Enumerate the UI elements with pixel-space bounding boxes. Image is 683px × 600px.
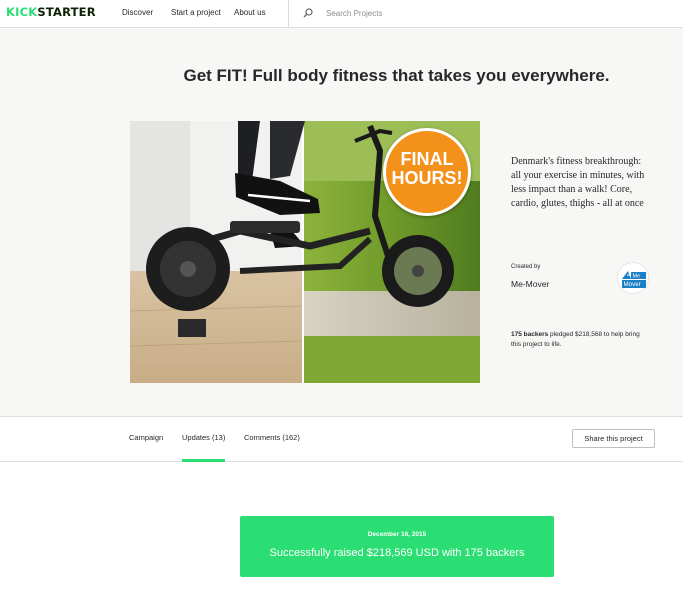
badge-line-final: FINAL <box>400 149 454 169</box>
project-title: Get FIT! Full body fitness that takes yo… <box>183 66 610 85</box>
project-hero: Get FIT! Full body fitness that takes yo… <box>0 28 683 417</box>
final-hours-badge: FINAL HOURS! <box>383 128 471 216</box>
funding-success-banner: December 16, 2015 Successfully raised $2… <box>240 516 554 577</box>
logo-part-starter: STARTER <box>37 5 96 19</box>
svg-text:Mover: Mover <box>624 281 641 288</box>
top-nav: KICKSTARTER Discover Start a project Abo… <box>0 0 683 28</box>
badge-line-hours: HOURS! <box>391 168 463 188</box>
banner-message: Successfully raised $218,569 USD with 17… <box>269 547 525 559</box>
funding-stats: 175 backers pledged $218,568 to help bri… <box>511 330 651 350</box>
project-video[interactable]: FINAL HOURS! <box>130 121 480 383</box>
created-by-label: Created by <box>511 264 541 270</box>
creator-name-link[interactable]: Me-Mover <box>511 279 549 289</box>
kickstarter-logo[interactable]: KICKSTARTER <box>6 6 96 18</box>
svg-text:Me: Me <box>633 274 641 280</box>
share-project-button[interactable]: Share this project <box>572 429 655 448</box>
banner-date: December 16, 2015 <box>367 531 427 538</box>
creator-avatar[interactable]: Me Mover <box>617 262 649 294</box>
tab-updates[interactable]: Updates (13) <box>182 433 225 442</box>
nav-start-project-link[interactable]: Start a project <box>171 8 221 17</box>
tab-comments[interactable]: Comments (162) <box>244 433 300 442</box>
project-blurb: Denmark's fitness breakthrough: all your… <box>511 156 645 209</box>
tab-campaign[interactable]: Campaign <box>129 433 163 442</box>
nav-about-link[interactable]: About us <box>234 8 266 17</box>
project-tabs-bar: Campaign Updates (13) Comments (162) Sha… <box>0 418 683 462</box>
backers-count: 175 backers <box>511 331 549 338</box>
me-mover-logo-icon: Me Mover <box>622 271 646 288</box>
logo-part-kick: KICK <box>6 5 38 19</box>
search-icon[interactable] <box>303 8 313 18</box>
active-tab-indicator <box>182 459 225 462</box>
nav-discover-link[interactable]: Discover <box>122 8 153 17</box>
nav-divider <box>288 0 289 28</box>
search-input[interactable] <box>326 5 476 21</box>
